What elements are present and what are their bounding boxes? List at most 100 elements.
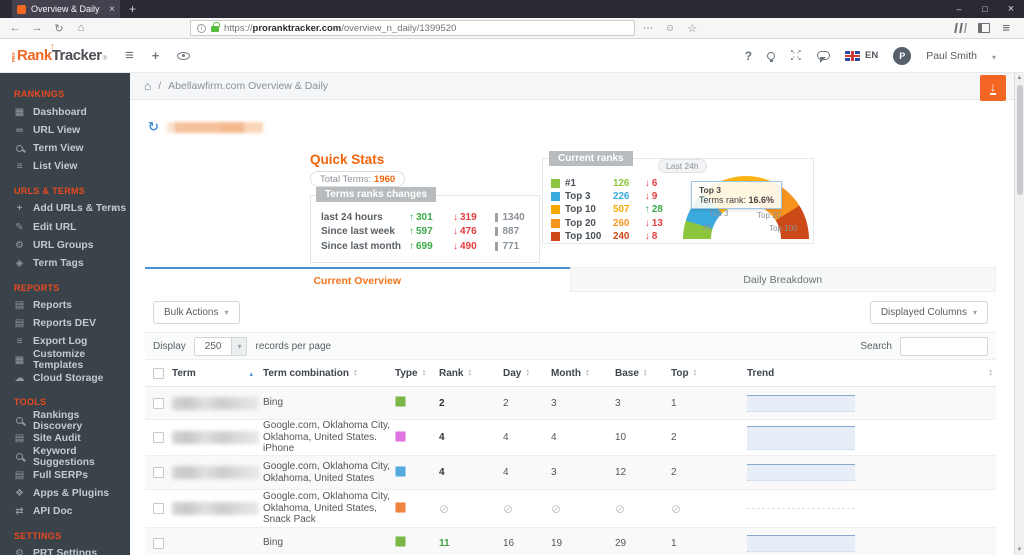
sidebar-item-reports-dev[interactable]: Reports DEV	[14, 315, 130, 333]
sidebar-item-term-view[interactable]: Term View	[14, 139, 130, 157]
sidebar-collapse-icon[interactable]	[125, 47, 134, 64]
table-row[interactable]: Bing 11 16 19 29 1	[145, 528, 996, 555]
sidebar-item-term-tags[interactable]: Term Tags	[14, 254, 130, 272]
sort-icon[interactable]	[586, 369, 589, 377]
row-checkbox[interactable]	[153, 537, 164, 549]
column-header-top[interactable]: Top	[671, 368, 735, 379]
sort-icon[interactable]	[423, 369, 426, 377]
tab-current-overview[interactable]: Current Overview	[145, 267, 570, 292]
row-checkbox[interactable]	[153, 503, 164, 514]
column-header-combination[interactable]: Term combination	[263, 368, 395, 379]
forward-icon[interactable]	[28, 22, 46, 34]
new-tab-button[interactable]	[120, 0, 145, 18]
table-row[interactable]: Google.com, Oklahoma City, Oklahoma, Uni…	[145, 456, 996, 490]
page-size-select[interactable]: 250	[193, 336, 248, 356]
search-input[interactable]	[900, 336, 988, 356]
trend-sparkline[interactable]	[747, 534, 855, 552]
library-icon[interactable]	[954, 23, 968, 33]
sidebar-item-list-view[interactable]: List View	[14, 158, 130, 176]
column-header-day[interactable]: Day	[503, 368, 551, 379]
home-icon[interactable]	[144, 79, 151, 93]
sort-icon[interactable]	[354, 369, 357, 377]
sidebar-item-apps-plugins[interactable]: Apps & Plugins	[14, 484, 130, 502]
breadcrumb-page[interactable]: Abellawfirm.com Overview & Daily	[168, 80, 328, 92]
sidebar-item-rankings-discovery[interactable]: Rankings Discovery	[14, 410, 130, 432]
legend-row-top3: Top 3 226 ↓ 9	[551, 190, 663, 203]
column-header-term[interactable]: Term	[145, 367, 263, 379]
tips-bulb-icon[interactable]	[767, 51, 776, 62]
sidebar-item-url-groups[interactable]: URL Groups	[14, 236, 130, 254]
quick-stats-section: Quick Stats Total Terms: 1960 Terms ranks…	[310, 152, 540, 263]
help-icon[interactable]	[745, 49, 752, 63]
sidebar-item-reports[interactable]: Reports	[14, 297, 130, 315]
bulk-actions-button[interactable]: Bulk Actions	[153, 301, 240, 324]
download-report-button[interactable]	[980, 75, 1006, 101]
refresh-icon[interactable]	[148, 118, 159, 136]
table-row[interactable]: Google.com, Oklahoma City, Oklahoma, Uni…	[145, 490, 996, 528]
sidebar-item-customize-templates[interactable]: Customize Templates	[14, 349, 130, 371]
browser-menu-icon[interactable]	[1002, 19, 1010, 37]
scroll-down-arrow-icon[interactable]: ▼	[1017, 545, 1023, 555]
uk-flag-icon[interactable]	[845, 50, 860, 61]
close-icon[interactable]	[998, 3, 1024, 15]
minimize-icon[interactable]	[946, 4, 972, 14]
quick-add-icon[interactable]	[152, 48, 160, 63]
tab-close-icon[interactable]	[109, 4, 115, 15]
reload-icon[interactable]	[50, 22, 68, 35]
trend-sparkline[interactable]	[747, 394, 855, 412]
maximize-icon[interactable]	[972, 4, 998, 14]
sidebar-item-url-view[interactable]: URL View	[14, 121, 130, 139]
back-icon[interactable]	[6, 22, 24, 34]
row-checkbox[interactable]	[153, 397, 164, 409]
table-row[interactable]: Bing 2 2 3 3 1	[145, 387, 996, 420]
sort-icon[interactable]	[694, 369, 697, 377]
browser-home-icon[interactable]	[72, 22, 90, 34]
url-bar[interactable]: https://proranktracker.com/overview_n_da…	[190, 20, 635, 36]
bookmark-star-icon[interactable]	[683, 22, 701, 35]
page-actions-icon[interactable]	[639, 23, 657, 34]
sidebar-item-api-doc[interactable]: API Doc	[14, 502, 130, 520]
tab-daily-breakdown[interactable]: Daily Breakdown	[569, 267, 996, 292]
sidebar-item-full-serps[interactable]: Full SERPs	[14, 466, 130, 484]
column-header-trend[interactable]: Trend	[735, 368, 996, 379]
table-row[interactable]: Google.com, Oklahoma City, Oklahoma, Uni…	[145, 420, 996, 456]
fullscreen-icon[interactable]	[790, 50, 802, 61]
trend-sparkline[interactable]	[747, 464, 855, 481]
view-mode-eye-icon[interactable]	[177, 51, 191, 60]
sidebar-item-add-urls-terms[interactable]: Add URLs & Terms	[14, 200, 130, 218]
sidebar-item-dashboard[interactable]: Dashboard	[14, 103, 130, 121]
column-header-base[interactable]: Base	[615, 368, 671, 379]
column-header-type[interactable]: Type	[395, 368, 439, 379]
not-ranked-icon: ⊘	[503, 501, 514, 516]
user-menu-caret-icon[interactable]	[992, 47, 996, 65]
trend-sparkline-flat[interactable]	[747, 508, 855, 509]
avatar[interactable]: P	[893, 46, 912, 65]
ranks-gauge-chart[interactable]: Top 3 #1 Top 20 Top 100 Top 3 Terms rank…	[683, 169, 813, 241]
trend-sparkline[interactable]	[747, 425, 855, 450]
site-info-icon[interactable]	[197, 23, 206, 33]
sidebar-item-keyword-suggestions[interactable]: Keyword Suggestions	[14, 446, 130, 468]
language-label[interactable]: EN	[865, 50, 878, 61]
browser-tab[interactable]: Overview & Daily	[12, 0, 120, 18]
row-checkbox[interactable]	[153, 467, 164, 478]
ranktracker-logo[interactable]: PRO Rank Tracker ®	[10, 47, 107, 64]
user-name[interactable]: Paul Smith	[926, 50, 977, 62]
row-checkbox[interactable]	[153, 432, 164, 443]
displayed-columns-button[interactable]: Displayed Columns	[869, 301, 988, 324]
sidebar-item-prt-settings[interactable]: PRT Settings	[14, 545, 130, 555]
scroll-up-arrow-icon[interactable]: ▲	[1017, 73, 1023, 83]
sort-icon[interactable]	[644, 369, 647, 377]
sort-icon[interactable]	[526, 369, 529, 377]
column-header-month[interactable]: Month	[551, 368, 615, 379]
page-scrollbar[interactable]: ▲ ▼	[1014, 73, 1024, 555]
select-all-checkbox[interactable]	[153, 367, 164, 379]
column-header-rank[interactable]: Rank	[439, 368, 503, 379]
chat-icon[interactable]	[817, 51, 830, 63]
sidebar-toggle-icon[interactable]	[978, 23, 991, 33]
sort-icon[interactable]	[468, 369, 471, 377]
sidebar-item-cloud-storage[interactable]: Cloud Storage	[14, 369, 130, 387]
scrollbar-thumb[interactable]	[1016, 85, 1023, 195]
sort-icon[interactable]	[989, 369, 992, 377]
pocket-icon[interactable]	[661, 23, 679, 34]
sidebar-item-edit-url[interactable]: Edit URL	[14, 218, 130, 236]
